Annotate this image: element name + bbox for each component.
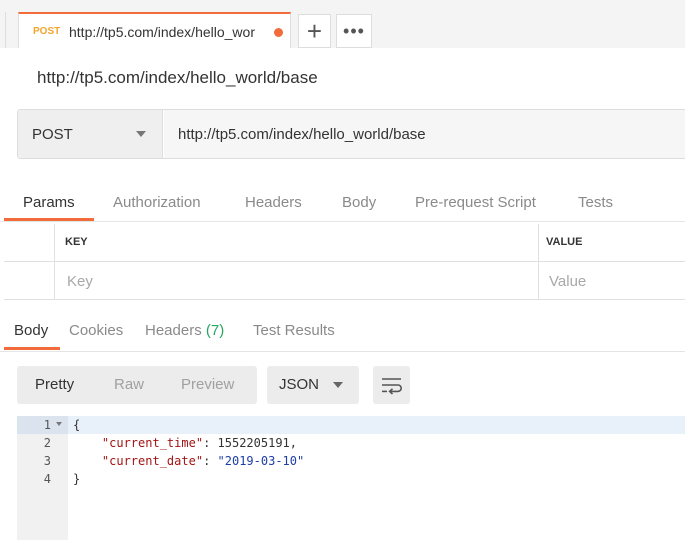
request-name: http://tp5.com/index/hello_world/base xyxy=(37,68,318,87)
chevron-down-icon xyxy=(136,131,146,137)
wrap-lines-icon xyxy=(382,378,402,395)
params-table: KEY VALUE Key Value xyxy=(4,224,685,300)
active-line-highlight xyxy=(17,416,685,434)
tab-strip-edge xyxy=(5,12,6,48)
param-key-input[interactable]: Key xyxy=(67,273,93,290)
column-header-value: VALUE xyxy=(546,236,583,248)
tab-test-results[interactable]: Test Results xyxy=(253,322,335,339)
tab-response-headers[interactable]: Headers (7) xyxy=(145,322,224,339)
tab-cookies[interactable]: Cookies xyxy=(69,322,123,339)
fold-arrow-icon[interactable] xyxy=(56,422,62,426)
unsaved-dot-icon xyxy=(274,28,283,37)
request-tab-url: http://tp5.com/index/hello_wor xyxy=(69,24,255,40)
response-body-editor[interactable]: 1 2 3 4 { "current_time": 1552205191, "c… xyxy=(17,416,685,540)
code-line: } xyxy=(73,472,80,486)
code-line: "current_date": "2019-03-10" xyxy=(101,454,305,468)
view-mode-group: Pretty Raw Preview xyxy=(17,366,257,404)
json-open-brace: { xyxy=(73,418,81,432)
line-number: 3 xyxy=(43,454,51,468)
param-value-input[interactable]: Value xyxy=(549,273,586,290)
format-select-label: JSON xyxy=(279,376,320,393)
url-bar: POST xyxy=(17,109,685,159)
json-number-value: 1552205191 xyxy=(217,436,290,450)
tab-strip: POST http://tp5.com/index/hello_wor + ••… xyxy=(0,0,685,48)
tab-tests[interactable]: Tests xyxy=(578,194,613,211)
url-input[interactable] xyxy=(164,110,685,158)
request-tab-method: POST xyxy=(33,26,61,37)
headers-count-badge: (7) xyxy=(205,322,225,339)
json-close-brace: } xyxy=(73,472,81,486)
json-separator: , xyxy=(289,436,297,450)
chevron-down-icon xyxy=(333,382,343,388)
tab-headers[interactable]: Headers xyxy=(245,194,302,211)
view-raw-button[interactable]: Raw xyxy=(114,376,144,393)
more-tabs-button[interactable]: ••• xyxy=(336,14,372,48)
line-number: 2 xyxy=(43,436,51,450)
line-number: 4 xyxy=(43,472,51,486)
column-divider xyxy=(538,224,539,300)
request-tabs: Params Authorization Headers Body Pre-re… xyxy=(0,184,685,222)
json-string-value: "2019-03-10" xyxy=(217,454,305,468)
code-line: { xyxy=(73,418,80,432)
new-tab-button[interactable]: + xyxy=(298,14,331,48)
active-tab-indicator xyxy=(4,218,94,221)
tab-body[interactable]: Body xyxy=(342,194,376,211)
line-number: 1 xyxy=(43,418,51,432)
view-pretty-button[interactable]: Pretty xyxy=(35,376,74,393)
column-header-key: KEY xyxy=(65,236,88,248)
tab-response-body[interactable]: Body xyxy=(14,322,48,339)
format-select[interactable]: JSON xyxy=(267,366,359,404)
tab-params[interactable]: Params xyxy=(23,194,75,211)
json-key: "current_time" xyxy=(101,436,204,450)
wrap-lines-button[interactable] xyxy=(373,366,410,404)
request-tab[interactable]: POST http://tp5.com/index/hello_wor xyxy=(18,12,291,48)
tab-pre-request-script[interactable]: Pre-request Script xyxy=(415,194,536,211)
code-line: "current_time": 1552205191, xyxy=(101,436,297,450)
json-key: "current_date" xyxy=(101,454,204,468)
method-select[interactable]: POST xyxy=(18,110,163,158)
column-divider xyxy=(54,224,55,300)
tab-authorization[interactable]: Authorization xyxy=(113,194,201,211)
params-header-row xyxy=(4,224,685,262)
view-preview-button[interactable]: Preview xyxy=(181,376,234,393)
response-tabs: Body Cookies Headers (7) Test Results xyxy=(0,316,685,352)
active-response-tab-indicator xyxy=(4,347,60,350)
method-select-label: POST xyxy=(32,126,73,143)
tab-response-headers-label: Headers xyxy=(145,322,202,339)
